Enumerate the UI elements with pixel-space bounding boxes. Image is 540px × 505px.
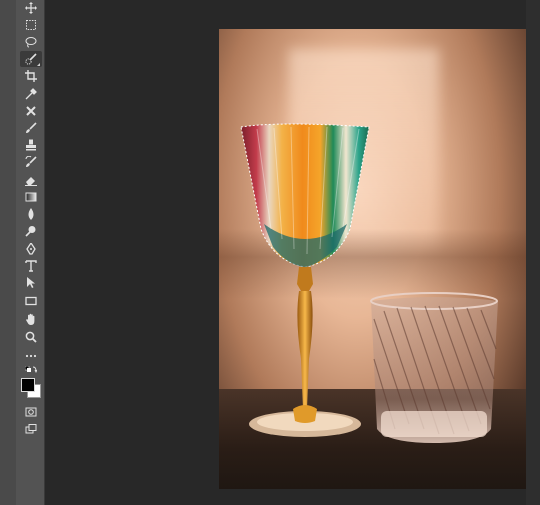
glassware-illustration [240,123,498,443]
color-swatches[interactable] [20,377,42,399]
tool-group-indicator [37,63,40,66]
rectangle-tool-icon[interactable] [20,293,42,309]
hand-tool-icon[interactable] [20,311,42,327]
default-colors-icon[interactable] [20,365,42,375]
move-tool-icon[interactable] [20,0,42,16]
foreground-color-swatch[interactable] [21,378,35,392]
eyedropper-tool-icon[interactable] [20,86,42,102]
brush-tool-icon[interactable] [20,120,42,136]
panel-edge [526,0,540,505]
quick-selection-tool-icon[interactable] [20,51,42,67]
dodge-tool-icon[interactable] [20,223,42,239]
document-canvas-area[interactable] [45,0,540,505]
pen-tool-icon[interactable] [20,241,42,257]
edit-toolbar-icon[interactable] [20,348,42,364]
tools-panel-strip [0,0,16,505]
path-selection-tool-icon[interactable] [20,275,42,291]
rectangular-marquee-tool-icon[interactable] [20,17,42,33]
screen-mode-icon[interactable] [20,421,42,437]
gradient-tool-icon[interactable] [20,189,42,205]
spot-healing-brush-tool-icon[interactable] [20,103,42,119]
type-tool-icon[interactable] [20,258,42,274]
lasso-tool-icon[interactable] [20,34,42,50]
history-brush-tool-icon[interactable] [20,154,42,170]
tools-panel [0,0,45,505]
clone-stamp-tool-icon[interactable] [20,137,42,153]
crop-tool-icon[interactable] [20,68,42,84]
document-image[interactable] [219,29,526,489]
zoom-tool-icon[interactable] [20,329,42,345]
quick-mask-icon[interactable] [20,404,42,420]
eraser-tool-icon[interactable] [20,172,42,188]
blur-tool-icon[interactable] [20,206,42,222]
